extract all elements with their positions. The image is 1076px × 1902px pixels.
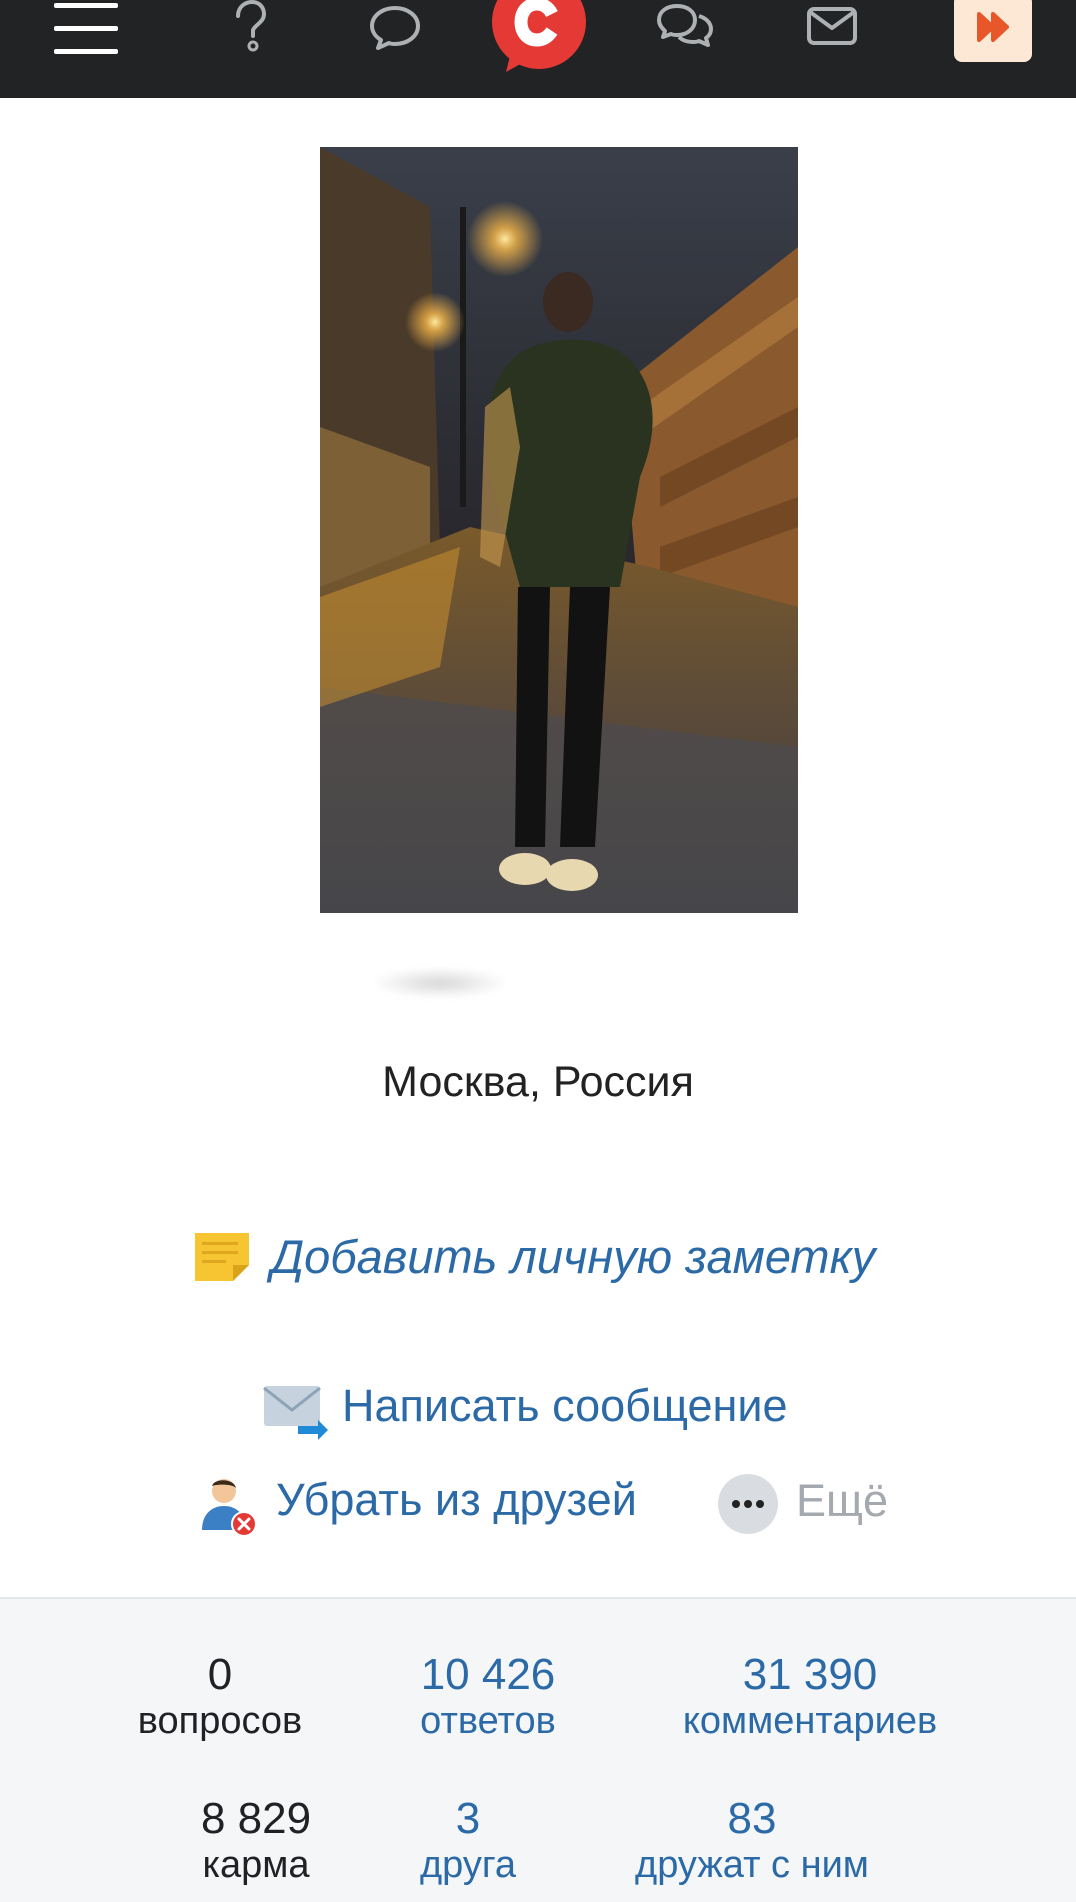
envelope-send-icon: [263, 1386, 328, 1440]
more-dots-icon: [718, 1474, 778, 1534]
stat-friended-by[interactable]: 83 дружат с ним: [600, 1795, 904, 1887]
top-nav-bar: [0, 0, 1076, 98]
send-message-label: Написать сообщение: [342, 1380, 788, 1431]
stat-comments-value: 31 390: [742, 1650, 878, 1699]
stat-karma-value: 8 829: [200, 1794, 312, 1843]
profile-photo[interactable]: [320, 147, 798, 913]
remove-friend-icon: [202, 1479, 257, 1537]
stat-answers[interactable]: 10 426 ответов: [388, 1651, 588, 1743]
remove-friend-label: Убрать из друзей: [276, 1474, 637, 1525]
fast-forward-icon: [977, 12, 1009, 42]
fast-forward-button[interactable]: [954, 0, 1032, 62]
stat-comments[interactable]: 31 390 комментариев: [640, 1651, 980, 1743]
stat-answers-label: ответов: [420, 1700, 556, 1742]
stat-karma: 8 829 карма: [156, 1795, 356, 1887]
stats-panel: 0 вопросов 10 426 ответов 31 390 коммент…: [0, 1597, 1076, 1902]
stat-friends-value: 3: [455, 1794, 481, 1843]
stat-questions-label: вопросов: [137, 1700, 303, 1742]
user-location: Москва, Россия: [382, 1058, 694, 1106]
stat-questions-value: 0: [207, 1650, 233, 1699]
mail-icon[interactable]: [806, 6, 858, 46]
add-note-label: Добавить личную заметку: [271, 1230, 876, 1283]
stat-questions: 0 вопросов: [120, 1651, 320, 1743]
comment-icon[interactable]: [368, 2, 422, 52]
stat-friends[interactable]: 3 друга: [368, 1795, 568, 1887]
user-name-blurred: [375, 968, 505, 998]
profile-photo-image: [320, 147, 798, 913]
stat-comments-label: комментариев: [682, 1700, 938, 1742]
stat-friended-by-value: 83: [727, 1794, 777, 1843]
stat-karma-label: карма: [202, 1844, 310, 1886]
menu-icon[interactable]: [54, 3, 118, 55]
site-logo[interactable]: [490, 0, 588, 74]
more-label: Ещё: [796, 1475, 889, 1526]
stat-answers-value: 10 426: [420, 1650, 556, 1699]
question-icon[interactable]: [226, 0, 274, 56]
sticky-note-icon: [195, 1233, 249, 1281]
stat-friended-by-label: дружат с ним: [635, 1844, 869, 1886]
stat-friends-label: друга: [419, 1844, 517, 1886]
dialogs-icon[interactable]: [655, 0, 715, 52]
